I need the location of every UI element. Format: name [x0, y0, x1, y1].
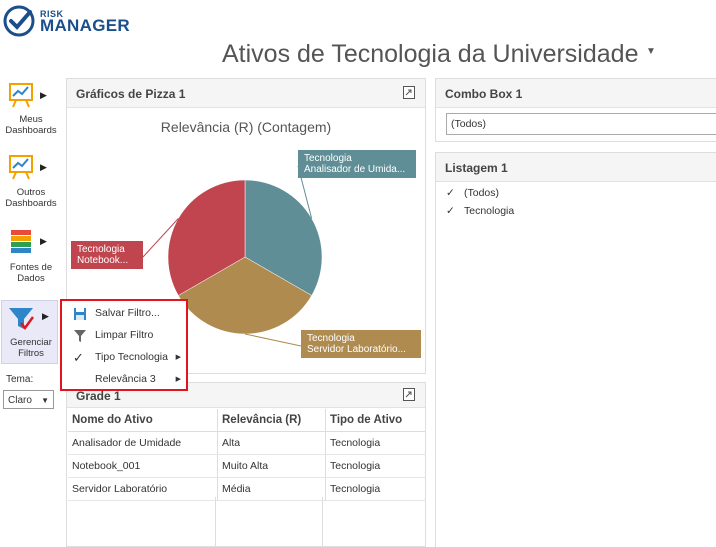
chevron-right-icon: ▶ — [40, 236, 47, 246]
table-cell: Alta — [217, 431, 326, 455]
sidebar-item-label: Dados — [17, 273, 45, 284]
theme-label: Tema: — [6, 374, 34, 385]
panel-title: Listagem 1 — [445, 161, 508, 175]
pie-label-line: Tecnologia — [307, 333, 355, 344]
funnel-icon — [74, 330, 86, 342]
funnel-check-icon — [9, 308, 35, 331]
title-dropdown-icon[interactable]: ▼ — [646, 46, 656, 57]
sidebar-item-fontes-de-dados[interactable]: ▶ Fontes de Dados — [0, 228, 62, 288]
sidebar-item-label: Dashboards — [5, 125, 57, 136]
menu-item-relevancia-3[interactable]: Relevância 3 ▶ — [62, 369, 186, 390]
pie-data-label: Tecnologia Analisador de Umida... — [298, 150, 416, 178]
panel-title: Combo Box 1 — [445, 87, 523, 101]
chevron-down-icon: ▼ — [41, 396, 49, 405]
sidebar-item-gerenciar-filtros[interactable]: ▶ Gerenciar Filtros — [1, 300, 58, 364]
checkmark-icon: ✓ — [446, 187, 455, 199]
pie-data-label: Tecnologia Notebook... — [71, 241, 143, 269]
sidebar-item-label: Meus — [19, 114, 43, 125]
grid-panel: Grade 1 Nome do Ativo Relevância (R) Tip… — [66, 382, 426, 547]
checkmark-icon: ✓ — [446, 205, 455, 217]
table-cell: Notebook_001 — [68, 454, 218, 478]
page-title: Ativos de Tecnologia da Universidade — [222, 40, 639, 68]
list-item[interactable]: ✓ (Todos) — [446, 187, 499, 199]
export-icon[interactable] — [403, 388, 415, 401]
panel-header: Combo Box 1 — [436, 79, 716, 108]
checkmark-icon: ✓ — [73, 350, 84, 365]
column-header[interactable]: Relevância (R) — [217, 409, 326, 432]
easel-chart-icon — [9, 155, 33, 180]
filter-context-menu: Salvar Filtro... Limpar Filtro ✓ Tipo Te… — [60, 299, 188, 391]
list-panel: Listagem 1 ✓ (Todos) ✓ Tecnologia — [435, 152, 716, 547]
table-cell: Muito Alta — [217, 454, 326, 478]
combo-box[interactable]: (Todos) — [446, 113, 716, 135]
panel-title: Grade 1 — [76, 389, 121, 403]
floppy-disk-icon — [74, 308, 86, 320]
sidebar-item-outros-dashboards[interactable]: ▶ Outros Dashboards — [0, 154, 62, 214]
table-cell: Média — [217, 477, 326, 501]
table-row[interactable]: Servidor Laboratório Média Tecnologia — [68, 477, 426, 501]
list-item-label: (Todos) — [464, 187, 500, 199]
menu-item-salvar-filtro[interactable]: Salvar Filtro... — [62, 303, 186, 324]
chevron-right-icon: ▶ — [40, 90, 47, 100]
pie-label-line: Tecnologia — [77, 244, 125, 255]
grid-column-divider — [322, 497, 323, 546]
list-item[interactable]: ✓ Tecnologia — [446, 205, 514, 217]
pie-label-line: Servidor Laboratório... — [307, 344, 406, 355]
easel-chart-icon — [9, 83, 33, 108]
risk-manager-logo: RISK MANAGER — [2, 2, 132, 38]
grid-column-divider — [215, 497, 216, 546]
stacked-books-icon — [11, 230, 31, 253]
chevron-right-icon: ▶ — [175, 376, 181, 383]
combo-box-panel: Combo Box 1 (Todos) — [435, 78, 716, 142]
logo-text-manager: MANAGER — [40, 16, 130, 35]
chevron-right-icon: ▶ — [175, 354, 181, 361]
column-header[interactable]: Nome do Ativo — [68, 409, 218, 432]
sidebar: ▶ Meus Dashboards ▶ Outros Dashboards ▶ … — [0, 74, 62, 547]
data-grid: Nome do Ativo Relevância (R) Tipo de Ati… — [68, 409, 426, 501]
theme-select[interactable]: Claro ▼ — [3, 390, 54, 409]
table-cell: Tecnologia — [325, 477, 426, 501]
panel-header: Listagem 1 — [436, 153, 716, 182]
table-cell: Servidor Laboratório — [68, 477, 218, 501]
pie-data-label: Tecnologia Servidor Laboratório... — [301, 330, 421, 358]
menu-item-label: Relevância 3 — [95, 373, 156, 385]
table-cell: Tecnologia — [325, 431, 426, 455]
menu-item-label: Tipo Tecnologia — [95, 351, 168, 363]
table-header-row: Nome do Ativo Relevância (R) Tipo de Ati… — [68, 409, 426, 432]
logo-check-icon — [3, 5, 35, 37]
pie-label-line: Analisador de Umida... — [304, 164, 406, 175]
chevron-right-icon: ▶ — [40, 162, 47, 172]
sidebar-item-label: Gerenciar — [10, 337, 52, 348]
table-cell: Analisador de Umidade — [68, 431, 218, 455]
table-row[interactable]: Notebook_001 Muito Alta Tecnologia — [68, 454, 426, 478]
pie-label-line: Notebook... — [77, 255, 129, 266]
theme-select-value: Claro — [8, 395, 32, 406]
pie-leader-line — [244, 333, 302, 347]
menu-item-limpar-filtro[interactable]: Limpar Filtro — [62, 325, 186, 346]
sidebar-item-meus-dashboards[interactable]: ▶ Meus Dashboards — [0, 82, 62, 142]
table-cell: Tecnologia — [325, 454, 426, 478]
table-row[interactable]: Analisador de Umidade Alta Tecnologia — [68, 431, 426, 455]
sidebar-item-label: Dashboards — [5, 198, 57, 209]
sidebar-item-label: Outros — [16, 187, 46, 198]
menu-item-label: Limpar Filtro — [95, 329, 154, 341]
menu-item-label: Salvar Filtro... — [95, 307, 160, 319]
column-header[interactable]: Tipo de Ativo — [325, 409, 426, 432]
chevron-right-icon: ▶ — [42, 311, 49, 321]
menu-item-tipo-tecnologia[interactable]: ✓ Tipo Tecnologia ▶ — [62, 347, 186, 368]
pie-label-line: Tecnologia — [304, 153, 352, 164]
list-item-label: Tecnologia — [464, 205, 515, 217]
sidebar-item-label: Fontes de — [9, 262, 53, 273]
sidebar-item-label: Filtros — [18, 348, 44, 359]
